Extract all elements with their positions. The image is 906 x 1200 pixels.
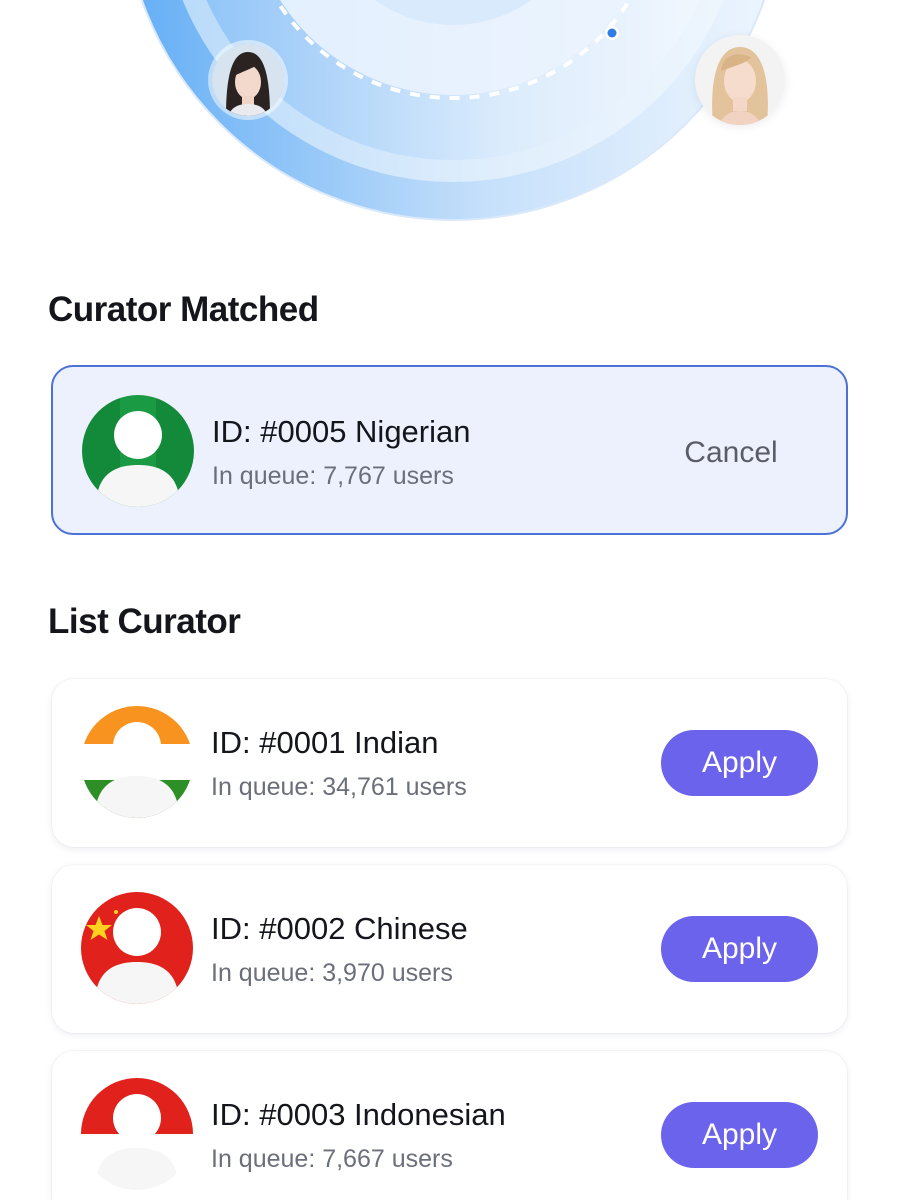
nigeria-flag-avatar-icon	[82, 395, 194, 507]
apply-button[interactable]: Apply	[661, 916, 818, 982]
china-flag-avatar-icon	[81, 892, 193, 1004]
matched-section-title: Curator Matched	[48, 290, 319, 329]
curator-queue: In queue: 34,761 users	[211, 773, 467, 801]
matching-radar	[0, 0, 906, 240]
apply-button[interactable]: Apply	[661, 1102, 818, 1168]
matched-curator-id: ID: #0005 Nigerian	[212, 414, 471, 449]
cancel-button[interactable]: Cancel	[671, 429, 791, 477]
curator-queue: In queue: 7,667 users	[211, 1145, 453, 1173]
curator-card-china: ID: #0002 Chinese In queue: 3,970 users …	[52, 865, 847, 1033]
curator-id: ID: #0002 Chinese	[211, 911, 468, 946]
list-section-title: List Curator	[48, 602, 241, 641]
user-avatar-right	[695, 35, 785, 125]
curator-id: ID: #0003 Indonesian	[211, 1097, 506, 1132]
curator-card-indonesia: ID: #0003 Indonesian In queue: 7,667 use…	[52, 1051, 847, 1200]
curator-id: ID: #0001 Indian	[211, 725, 439, 760]
matched-curator-queue: In queue: 7,767 users	[212, 462, 454, 490]
india-flag-avatar-icon	[81, 706, 193, 818]
curator-card-india: ID: #0001 Indian In queue: 34,761 users …	[52, 679, 847, 847]
user-avatar-left	[212, 44, 284, 116]
curator-queue: In queue: 3,970 users	[211, 959, 453, 987]
indonesia-flag-avatar-icon	[81, 1078, 193, 1190]
matched-curator-card: ID: #0005 Nigerian In queue: 7,767 users…	[51, 365, 848, 535]
apply-button[interactable]: Apply	[661, 730, 818, 796]
